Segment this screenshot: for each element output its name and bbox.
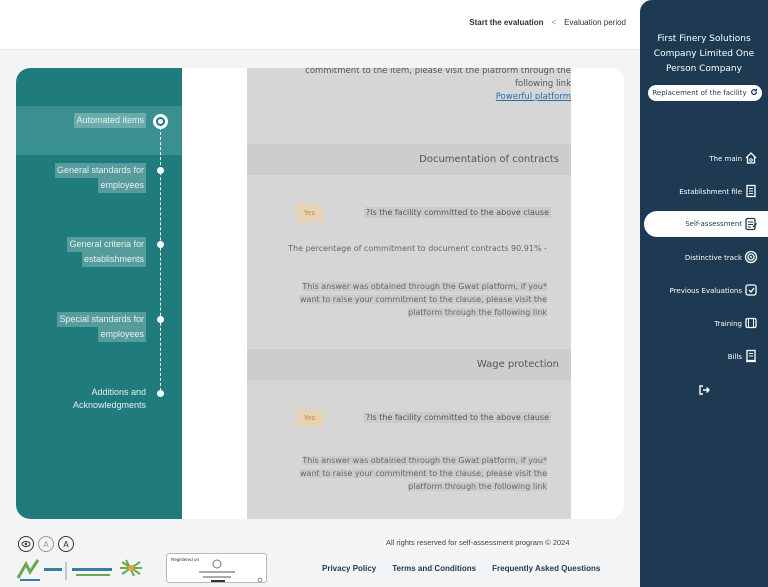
top-header: Start the evaluation < Evaluation period (0, 0, 640, 50)
powerful-platform-link[interactable]: Powerful platform (496, 92, 571, 102)
step-label: Automated items (74, 113, 146, 128)
replace-facility-label: Replacement of the facility (652, 89, 747, 97)
registration-badge[interactable]: Registered on (166, 553, 267, 583)
step-label-line1: Additions and (91, 387, 146, 397)
note-line1: This answer was obtained through the Gwa… (302, 456, 547, 465)
note-line1: This answer was obtained through the Gwa… (302, 282, 547, 291)
step-label-line1: Special standards for (57, 312, 146, 327)
answer-yes-badge[interactable]: Yes (296, 204, 323, 222)
company-name-line1: First Finery Solutions (657, 34, 751, 44)
step-general-criteria-establishments[interactable]: General criteria for establishments (67, 237, 146, 267)
sidebar-nav: The main Establishment file Self-assessm… (640, 142, 768, 406)
accessibility-controls: A A (18, 536, 74, 552)
step-dot (157, 241, 164, 248)
sidebar-item-distinctive-track[interactable]: Distinctive track (640, 241, 768, 274)
steps-panel: Automated items General standards for em… (16, 68, 182, 519)
step-label-line2: employees (98, 327, 146, 342)
sidebar-item-label: Training (714, 319, 742, 328)
section-title-documentation: Documentation of contracts (247, 144, 571, 175)
gwat-note-1: This answer was obtained through the Gwa… (267, 280, 547, 319)
terms-link[interactable]: Terms and Conditions (392, 564, 476, 573)
note-line2: want to raise your commitment to the cla… (300, 469, 547, 478)
top-note-line1: commitment to the item, please visit the… (305, 68, 571, 76)
note-line3: platform through the following link (408, 482, 547, 491)
sidebar-item-main[interactable]: The main (640, 142, 768, 175)
step-special-standards-employees[interactable]: Special standards for employees (57, 312, 146, 342)
faq-link[interactable]: Frequently Asked Questions (492, 564, 600, 573)
step-general-standards-employees[interactable]: General standards for employees (54, 163, 146, 193)
step-label-line1: General criteria for (67, 237, 146, 252)
target-icon (744, 250, 758, 264)
sidebar-item-label: The main (709, 154, 742, 163)
ministry-logo-icon (16, 559, 142, 581)
sidebar-item-label: Previous Evaluations (669, 286, 742, 295)
sidebar-item-self-assessment[interactable]: Self-assessment (644, 211, 768, 237)
step-dot (157, 167, 164, 174)
right-sidebar: First Finery Solutions Company Limited O… (640, 0, 768, 587)
partner-logos (16, 556, 156, 582)
step-dot-active (153, 114, 168, 129)
logout-icon (697, 383, 711, 397)
question-row-documentation: Yes ?Is the facility committed to the ab… (247, 204, 571, 222)
sidebar-item-label: Distinctive track (684, 253, 742, 262)
step-automated-items[interactable]: Automated items (74, 113, 146, 128)
sidebar-item-label: Bills (727, 352, 742, 361)
sidebar-item-logout[interactable] (640, 373, 768, 406)
section-title-wage-protection: Wage protection (247, 349, 571, 380)
breadcrumb: Start the evaluation < Evaluation period (469, 18, 626, 27)
eye-icon[interactable] (18, 536, 34, 552)
question-text: ?Is the facility committed to the above … (363, 207, 551, 218)
invoice-icon (744, 349, 758, 363)
evaluation-card: Automated items General standards for em… (16, 68, 624, 519)
top-note-line2: following link (515, 79, 571, 89)
home-icon (744, 151, 758, 165)
gwat-note-2: This answer was obtained through the Gwa… (267, 454, 547, 493)
answer-yes-badge[interactable]: Yes (296, 409, 323, 427)
step-dot (157, 316, 164, 323)
note-line2: want to raise your commitment to the cla… (300, 295, 547, 304)
steps-connector-line (160, 122, 161, 396)
breadcrumb-separator: < (551, 18, 557, 27)
sidebar-item-label: Establishment file (679, 187, 742, 196)
breadcrumb-parent[interactable]: Evaluation period (564, 18, 626, 27)
sidebar-item-establishment-file[interactable]: Establishment file (640, 175, 768, 208)
question-row-wage: Yes ?Is the facility committed to the ab… (247, 409, 571, 427)
company-name-line3: Person Company (666, 64, 742, 74)
sidebar-item-label: Self-assessment (685, 220, 742, 228)
book-icon (744, 316, 758, 330)
footer-links: Privacy Policy Terms and Conditions Freq… (322, 564, 600, 573)
percentage-value: The percentage of commitment to document… (288, 244, 547, 253)
sidebar-item-bills[interactable]: Bills (640, 340, 768, 373)
replace-facility-button[interactable]: Replacement of the facility (648, 85, 762, 101)
step-additions-acknowledgments[interactable]: Additions and Acknowledgments (73, 386, 146, 412)
badge-label: Registered on (171, 557, 200, 562)
top-note: commitment to the item, please visit the… (305, 68, 571, 104)
step-dot (157, 390, 164, 397)
sidebar-item-previous-evaluations[interactable]: Previous Evaluations (640, 274, 768, 307)
company-name-line2: Company Limited One (653, 49, 755, 59)
sidebar-item-training[interactable]: Training (640, 307, 768, 340)
note-line3: platform through the following link (408, 308, 547, 317)
file-icon (744, 184, 758, 198)
step-label-line1: General standards for (54, 163, 146, 178)
text-size-increase-icon[interactable]: A (58, 536, 74, 552)
questions-panel: commitment to the item, please visit the… (247, 68, 571, 519)
page-root: Start the evaluation < Evaluation period… (0, 0, 768, 587)
history-icon (744, 283, 758, 297)
copyright-text: All rights reserved for self-assessment … (386, 538, 570, 547)
clipboard-icon (744, 217, 758, 231)
refresh-icon (750, 88, 758, 98)
question-text: ?Is the facility committed to the above … (363, 412, 551, 423)
step-label-line2: establishments (81, 252, 146, 267)
breadcrumb-current: Start the evaluation (469, 18, 544, 27)
percentage-text: The percentage of commitment to document… (267, 242, 547, 255)
step-label-line2: employees (98, 178, 146, 193)
text-size-decrease-icon[interactable]: A (38, 536, 54, 552)
privacy-policy-link[interactable]: Privacy Policy (322, 564, 376, 573)
step-label-line2: Acknowledgments (72, 400, 146, 410)
company-name: First Finery Solutions Company Limited O… (646, 32, 762, 77)
